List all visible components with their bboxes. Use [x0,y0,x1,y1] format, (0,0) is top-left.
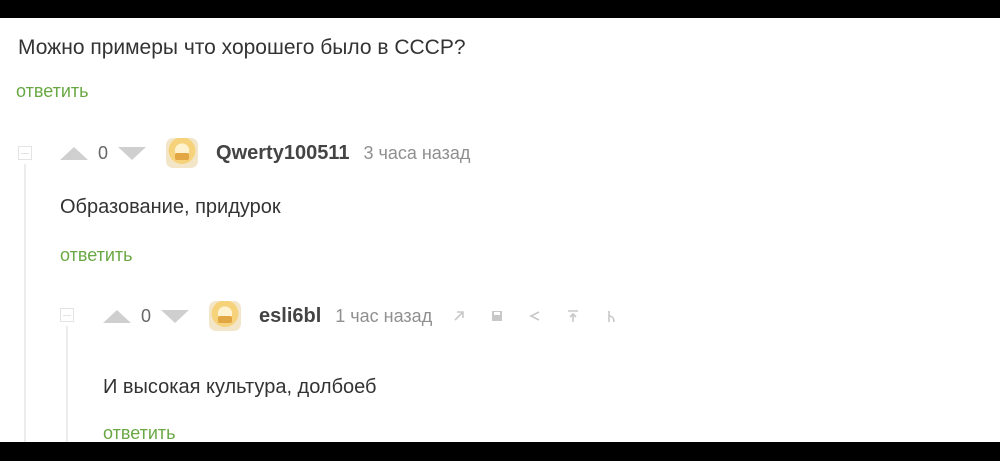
reply-link[interactable]: ответить [16,81,89,102]
avatar[interactable] [166,138,199,168]
avatar[interactable] [209,301,242,331]
comment-username[interactable]: esli6bl [259,305,321,328]
downvote-icon[interactable] [118,146,147,160]
comment-controls [452,309,618,323]
thread-line[interactable] [24,164,26,442]
upvote-icon[interactable] [60,146,88,160]
link-icon[interactable] [452,309,466,323]
comment-username[interactable]: Qwerty100511 [216,142,349,165]
upvote-icon[interactable] [103,309,131,323]
collapse-thread-toggle[interactable] [18,146,32,160]
comment-time[interactable]: 3 часа назад [363,143,470,164]
comment-text: И высокая культура, долбоеб [103,376,377,398]
comment-text: Образование, придурок [60,196,281,218]
comment-score: 0 [98,142,109,163]
reply-link[interactable]: ответить [103,423,176,444]
share-icon[interactable] [528,309,542,323]
save-icon[interactable] [490,309,504,323]
parent-comment-text: Можно примеры что хорошего было в СССР? [18,36,466,59]
downvote-icon[interactable] [161,309,190,323]
comment-header: 0 esli6bl 1 час назад [103,301,618,331]
collapse-thread-toggle[interactable] [60,308,74,322]
thread-line[interactable] [66,326,68,442]
comment-time[interactable]: 1 час назад [335,306,432,327]
reply-link[interactable]: ответить [60,245,133,266]
comment-header: 0 Qwerty100511 3 часа назад [60,138,470,168]
pin-icon[interactable] [566,309,580,323]
comment-score: 0 [141,305,152,326]
comments-panel: Можно примеры что хорошего было в СССР? … [0,18,1000,444]
branch-icon[interactable] [604,309,618,323]
